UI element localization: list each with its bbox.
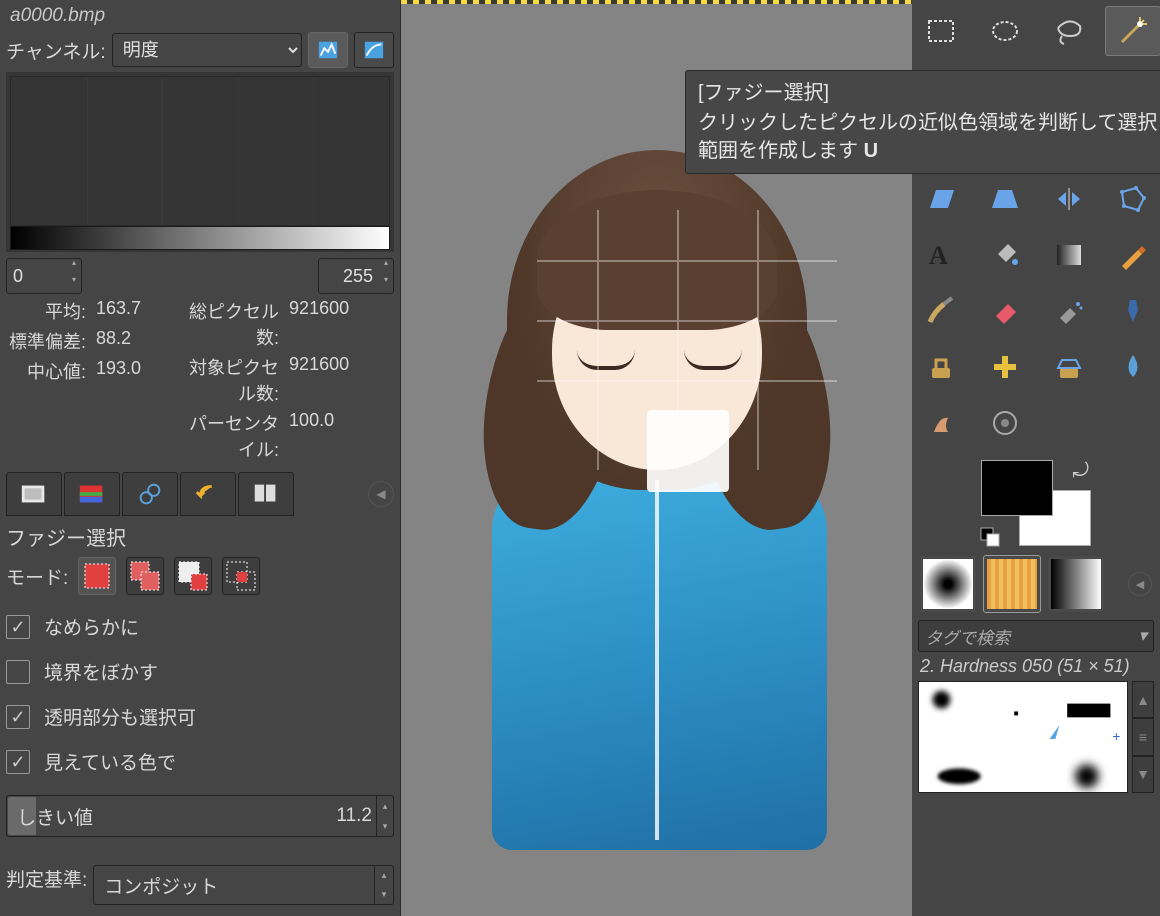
tab-undo-icon[interactable] [180, 472, 236, 516]
file-name: a0000.bmp [6, 4, 394, 28]
pattern-thumb[interactable] [984, 556, 1040, 612]
channel-label: チャンネル: [6, 37, 106, 64]
collapse-panel-icon[interactable]: ◀ [368, 481, 394, 507]
tab-images-icon[interactable] [238, 472, 294, 516]
smudge-tool-icon[interactable] [913, 398, 969, 448]
feather-checkbox[interactable]: 境界をぼかす [6, 658, 394, 685]
mode-subtract-icon[interactable] [174, 557, 212, 595]
airbrush-tool-icon[interactable] [1041, 286, 1097, 336]
brush-list-menu-icon[interactable]: ≡ [1132, 718, 1154, 755]
select-transparent-checkbox[interactable]: 透明部分も選択可 [6, 703, 394, 730]
channel-select[interactable]: 明度 [112, 33, 302, 67]
canvas-image [457, 150, 857, 850]
histogram-log-icon[interactable] [354, 32, 394, 68]
svg-text:A: A [929, 241, 948, 270]
histogram-linear-icon[interactable] [308, 32, 348, 68]
criterion-select[interactable]: コンポジット ▴▾ [93, 865, 394, 905]
fg-bg-color[interactable]: ⤾ [981, 460, 1091, 546]
pencil-tool-icon[interactable] [1105, 230, 1160, 280]
lasso-tool-icon[interactable] [1041, 6, 1097, 56]
rect-select-tool-icon[interactable] [913, 6, 969, 56]
paintbrush-tool-icon[interactable] [913, 286, 969, 336]
brush-preview[interactable]: + [918, 681, 1128, 793]
dodge-burn-tool-icon[interactable] [977, 398, 1033, 448]
swap-colors-icon[interactable]: ⤾ [1072, 460, 1089, 483]
threshold-slider[interactable]: しきい値 11.2 ▴▾ [6, 795, 394, 837]
collapse-right-panel-icon[interactable]: ◀ [1128, 572, 1152, 596]
tab-device-status-icon[interactable] [64, 472, 120, 516]
perspective-tool-icon[interactable] [977, 174, 1033, 224]
ellipse-select-tool-icon[interactable] [977, 6, 1033, 56]
blend-tool-icon[interactable] [1041, 230, 1097, 280]
tool-options-title: ファジー選択 [6, 522, 394, 551]
histogram-range-min[interactable]: ▴▾ [6, 258, 82, 294]
perspective-clone-tool-icon[interactable] [1041, 342, 1097, 392]
fuzzy-select-tool-icon[interactable] [1105, 6, 1160, 56]
svg-text:+: + [1112, 729, 1120, 744]
blur-tool-icon[interactable] [1105, 342, 1160, 392]
eraser-tool-icon[interactable] [977, 286, 1033, 336]
mode-add-icon[interactable] [126, 557, 164, 595]
criterion-label: 判定基準: [6, 865, 87, 892]
text-tool-icon[interactable]: A [913, 230, 969, 280]
cage-tool-icon[interactable] [1105, 174, 1160, 224]
mode-replace-icon[interactable] [78, 557, 116, 595]
clone-tool-icon[interactable] [913, 342, 969, 392]
brush-scroll-up-icon[interactable]: ▲ [1132, 681, 1154, 718]
active-brush-label: 2. Hardness 050 (51 × 51) [918, 652, 1154, 681]
histogram-display [6, 72, 394, 252]
brush-scroll-down-icon[interactable]: ▼ [1132, 756, 1154, 793]
histogram-range-max[interactable]: ▴▾ [318, 258, 394, 294]
ink-tool-icon[interactable] [1105, 286, 1160, 336]
mode-label: モード: [6, 563, 68, 590]
brush-thumb[interactable] [920, 556, 976, 612]
bucket-fill-tool-icon[interactable] [977, 230, 1033, 280]
tab-undo-history-icon[interactable] [122, 472, 178, 516]
flip-tool-icon[interactable] [1041, 174, 1097, 224]
foreground-color[interactable] [981, 460, 1053, 516]
histogram-stats: 平均:163.7 標準偏差:88.2 中心値:193.0 総ピクセル数:9216… [6, 298, 394, 462]
fuzzy-select-tooltip: [ファジー選択] クリックしたピクセルの近似色領域を判断して選択範囲を作成します… [685, 70, 1160, 174]
mode-intersect-icon[interactable] [222, 557, 260, 595]
gradient-thumb[interactable] [1048, 556, 1104, 612]
tag-search-input[interactable]: タグで検索 ▾ [918, 620, 1154, 652]
antialias-checkbox[interactable]: なめらかに [6, 613, 394, 640]
heal-tool-icon[interactable] [977, 342, 1033, 392]
sample-merged-checkbox[interactable]: 見えている色で [6, 748, 394, 775]
shear-tool-icon[interactable] [913, 174, 969, 224]
default-colors-icon[interactable] [979, 526, 1001, 548]
tab-tool-options-icon[interactable] [6, 472, 62, 516]
